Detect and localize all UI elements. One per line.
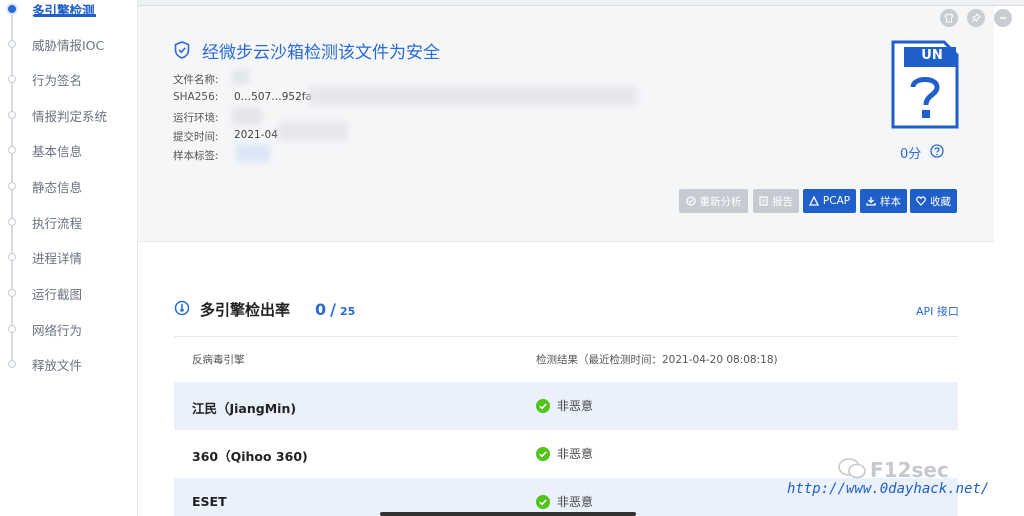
sidebar-item-intel-system[interactable]: 情报判定系统 bbox=[0, 104, 137, 126]
wave-icon bbox=[808, 196, 819, 206]
sidebar-item-ioc[interactable]: 威胁情报IOC bbox=[0, 33, 137, 55]
api-link[interactable]: API 接口 bbox=[916, 303, 959, 319]
timeline-dot bbox=[8, 325, 16, 333]
gauge-icon bbox=[174, 300, 190, 320]
timeline-dot bbox=[8, 75, 16, 83]
redacted-sha256 bbox=[308, 86, 638, 106]
horizontal-scrollbar[interactable] bbox=[380, 512, 636, 516]
result-label: 非恶意 bbox=[557, 447, 594, 461]
timeline-dot bbox=[8, 182, 16, 190]
app-root: 多引擎检测 威胁情报IOC 行为签名 情报判定系统 基本信息 静态信息 执行流程 bbox=[0, 0, 1024, 516]
timeline-dot bbox=[8, 253, 16, 261]
check-circle-icon bbox=[536, 398, 550, 413]
redacted-submit-time bbox=[278, 121, 348, 141]
timeline-dot bbox=[8, 289, 16, 297]
field-label-filename: 文件名称: bbox=[173, 74, 219, 86]
check-circle-icon bbox=[536, 494, 550, 509]
sample-download-button[interactable]: 样本 bbox=[860, 189, 907, 213]
report-button[interactable]: 报告 bbox=[753, 189, 799, 213]
engine-result: 非恶意 bbox=[536, 493, 593, 510]
field-label-tags: 样本标签: bbox=[173, 150, 219, 162]
refresh-icon bbox=[685, 196, 696, 206]
reanalyze-label: 重新分析 bbox=[699, 195, 742, 208]
total-engines: 25 bbox=[339, 305, 356, 318]
timeline-dot bbox=[8, 40, 16, 48]
reanalyze-button[interactable]: 重新分析 bbox=[679, 189, 748, 213]
shirt-icon[interactable] bbox=[940, 9, 958, 27]
threat-score: 0分 bbox=[900, 147, 922, 162]
sidebar-item-label: 威胁情报IOC bbox=[32, 37, 105, 53]
field-label-submit-time: 提交时间: bbox=[173, 131, 219, 143]
timeline-dot bbox=[8, 111, 16, 119]
sidebar-item-label: 进程详情 bbox=[32, 250, 83, 266]
download-icon bbox=[866, 197, 876, 206]
heart-icon bbox=[916, 196, 926, 206]
file-type-badge: UN bbox=[921, 48, 943, 63]
favorite-label: 收藏 bbox=[930, 195, 951, 208]
sidebar-item-exec-flow[interactable]: 执行流程 bbox=[0, 211, 137, 233]
timeline-dot bbox=[8, 146, 16, 154]
report-label: 报告 bbox=[772, 195, 793, 208]
sample-label: 样本 bbox=[880, 195, 901, 208]
pcap-button[interactable]: PCAP bbox=[803, 189, 856, 213]
verdict-title: 经微步云沙箱检测该文件为安全 bbox=[202, 43, 440, 63]
check-circle-icon bbox=[536, 446, 550, 461]
field-value-submit-time: 2021-04 bbox=[234, 129, 278, 141]
sidebar-item-label: 运行截图 bbox=[32, 286, 83, 302]
pin-icon[interactable] bbox=[967, 9, 985, 27]
sidebar-item-label: 网络行为 bbox=[32, 322, 83, 338]
engine-name: 360（Qihoo 360) bbox=[192, 449, 308, 464]
sidebar-item-dropped-files[interactable]: 释放文件 bbox=[0, 353, 137, 375]
timeline-dot bbox=[8, 5, 16, 13]
table-row: 江民（JiangMin) 非恶意 bbox=[174, 382, 958, 430]
redacted-filename bbox=[232, 70, 250, 84]
engine-name: 江民（JiangMin) bbox=[192, 401, 297, 416]
column-header-result: 检测结果（最近检测时间：2021-04-20 08:08:18) bbox=[536, 354, 778, 366]
section-divider bbox=[174, 336, 958, 337]
sidebar-item-label: 情报判定系统 bbox=[32, 108, 108, 124]
pcap-label: PCAP bbox=[822, 195, 851, 207]
active-indicator bbox=[34, 14, 96, 17]
sidebar-item-label: 行为签名 bbox=[32, 72, 83, 88]
sidebar-item-label: 静态信息 bbox=[32, 179, 83, 195]
sidebar-item-process[interactable]: 进程详情 bbox=[0, 246, 137, 268]
minimize-icon[interactable] bbox=[994, 9, 1012, 27]
sidebar-item-network[interactable]: 网络行为 bbox=[0, 318, 137, 340]
watermark-url: http://www.0dayhack.net/ bbox=[787, 481, 990, 497]
sidebar-item-screenshots[interactable]: 运行截图 bbox=[0, 282, 137, 304]
field-label-environment: 运行环境: bbox=[173, 112, 219, 124]
shield-check-icon bbox=[174, 41, 190, 63]
favorite-button[interactable]: 收藏 bbox=[910, 189, 957, 213]
sidebar-item-label: 基本信息 bbox=[32, 143, 83, 159]
engine-result: 非恶意 bbox=[536, 445, 593, 462]
sidebar-item-multi-engine[interactable]: 多引擎检测 bbox=[0, 0, 137, 20]
engine-name: ESET bbox=[192, 494, 227, 509]
field-label-sha256: SHA256: bbox=[173, 91, 219, 103]
engine-result: 非恶意 bbox=[536, 397, 593, 414]
section-title: 多引擎检出率 bbox=[200, 301, 291, 319]
redacted-tags bbox=[236, 144, 270, 162]
sidebar-item-static-info[interactable]: 静态信息 bbox=[0, 175, 137, 197]
result-label: 非恶意 bbox=[557, 495, 594, 509]
field-value-sha256: 0…507…952fa bbox=[234, 91, 312, 103]
sidebar-item-basic-info[interactable]: 基本信息 bbox=[0, 139, 137, 161]
column-header-engine: 反病毒引擎 bbox=[192, 354, 245, 366]
watermark-brand: F12sec bbox=[870, 458, 949, 482]
unknown-file-icon: UN bbox=[890, 39, 960, 135]
detected-count: 0 bbox=[315, 300, 327, 319]
sidebar-item-signatures[interactable]: 行为签名 bbox=[0, 68, 137, 90]
rate-separator: / bbox=[330, 300, 336, 319]
detection-rate: 0/25 bbox=[315, 300, 355, 319]
redacted-environment bbox=[232, 107, 262, 125]
result-label: 非恶意 bbox=[557, 399, 594, 413]
sidebar-item-label: 释放文件 bbox=[32, 357, 83, 373]
timeline-dot bbox=[8, 360, 16, 368]
sidebar-item-label: 执行流程 bbox=[32, 215, 83, 231]
report-header: 经微步云沙箱检测该文件为安全 文件名称: SHA256: 运行环境: 提交时间:… bbox=[138, 6, 994, 242]
document-icon bbox=[759, 196, 768, 206]
help-icon[interactable] bbox=[930, 143, 944, 162]
timeline-dot bbox=[8, 218, 16, 226]
sidebar: 多引擎检测 威胁情报IOC 行为签名 情报判定系统 基本信息 静态信息 执行流程 bbox=[0, 0, 138, 516]
